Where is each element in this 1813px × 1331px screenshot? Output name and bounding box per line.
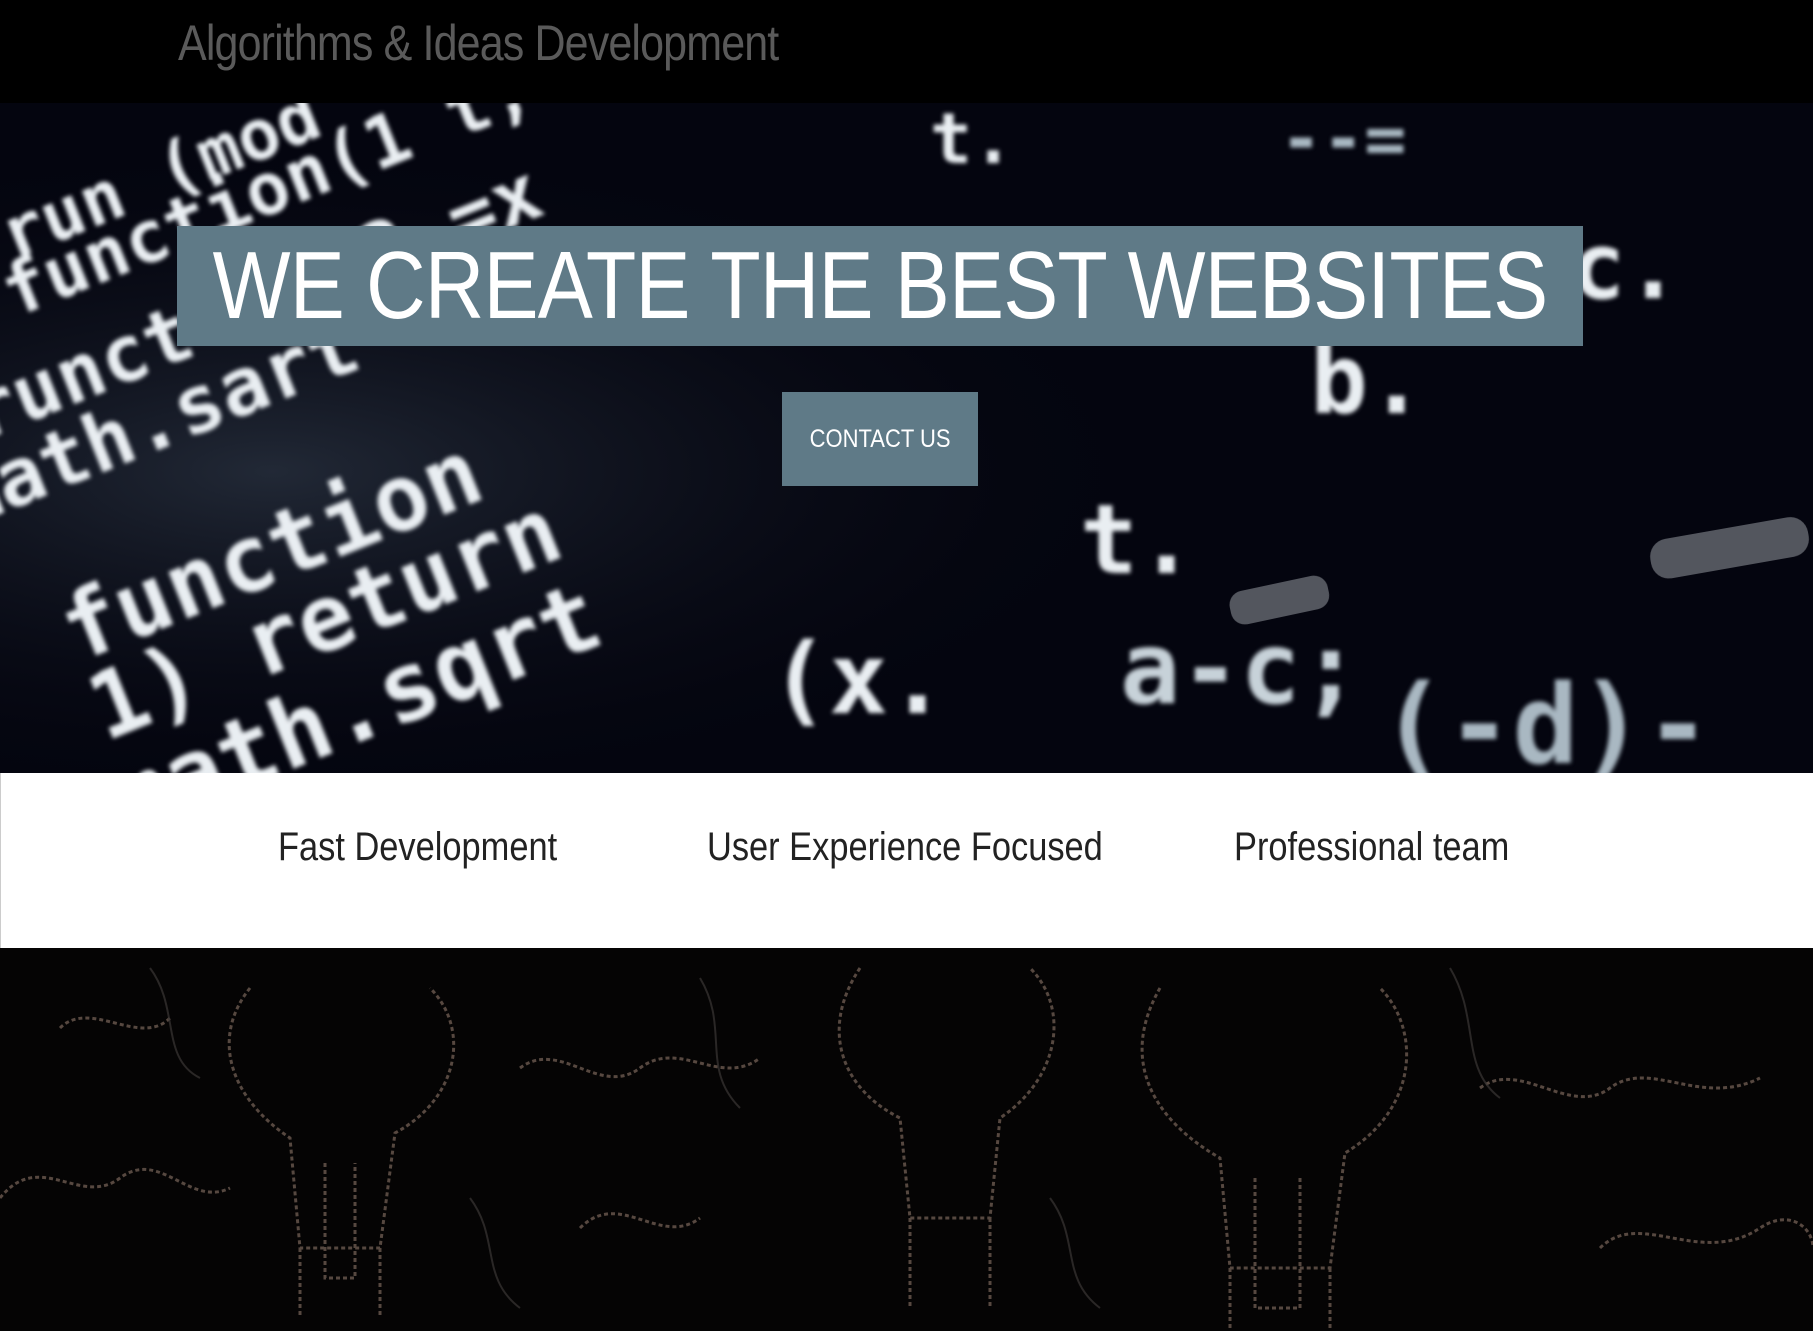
feature-user-experience: User Experience Focused xyxy=(707,825,1103,869)
svg-text:c.: c. xyxy=(1570,213,1681,320)
svg-text:t.: t. xyxy=(930,103,1014,180)
feature-professional-team: Professional team xyxy=(1234,825,1510,869)
lightbulb-pattern-image xyxy=(0,948,1813,1331)
contact-us-button[interactable]: CONTACT US xyxy=(782,392,978,486)
site-brand[interactable]: Algorithms & Ideas Development xyxy=(178,14,779,72)
hero-headline: WE CREATE THE BEST WEBSITES xyxy=(212,232,1549,339)
hero-section: run (mod function(1 t, runct =c/2 =x mat… xyxy=(0,103,1813,773)
svg-text:(-d)-: (-d)- xyxy=(1380,661,1711,773)
headline-banner: WE CREATE THE BEST WEBSITES xyxy=(177,226,1583,346)
svg-text:--=: --= xyxy=(1280,103,1406,180)
svg-text:(x.: (x. xyxy=(770,623,947,737)
svg-text:t.: t. xyxy=(1080,484,1196,596)
top-bar: Algorithms & Ideas Development xyxy=(0,0,1813,103)
svg-text:a-c;: a-c; xyxy=(1120,610,1361,727)
lightbulb-background xyxy=(0,948,1813,1331)
feature-fast-development: Fast Development xyxy=(278,825,558,869)
features-section: Fast Development User Experience Focused… xyxy=(0,773,1813,948)
contact-us-label: CONTACT US xyxy=(809,424,951,453)
